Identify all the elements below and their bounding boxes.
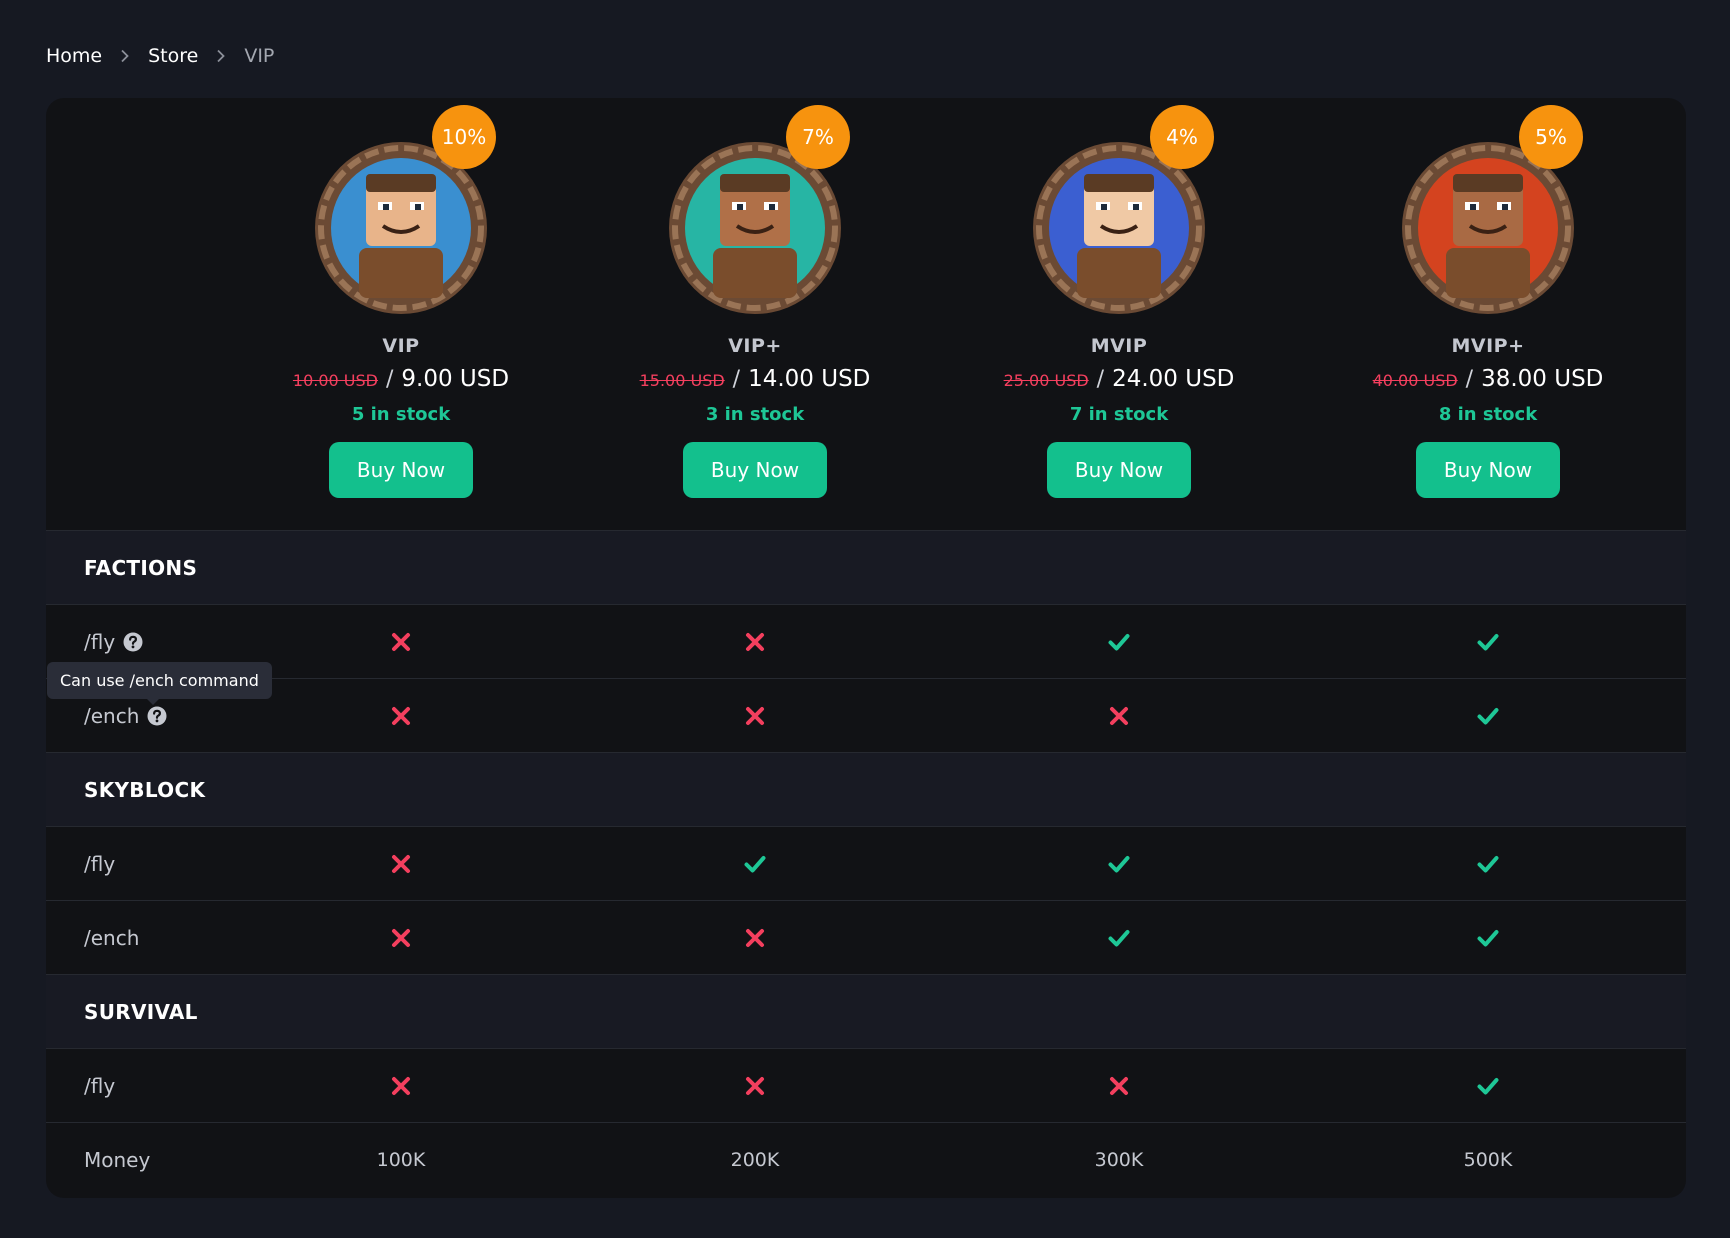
help-tooltip: Can use /ench command bbox=[47, 662, 272, 705]
feature-label: Money bbox=[84, 1123, 150, 1197]
price-line: 10.00 USD / 9.00 USD bbox=[271, 366, 531, 392]
old-price: 40.00 USD bbox=[1372, 371, 1458, 390]
price-line: 40.00 USD / 38.00 USD bbox=[1358, 366, 1618, 392]
check-icon bbox=[1358, 901, 1618, 975]
stock-count: 8 in stock bbox=[1438, 404, 1538, 425]
breadcrumb-current: VIP bbox=[244, 45, 275, 67]
cross-icon bbox=[271, 827, 531, 901]
section-title: SURVIVAL bbox=[84, 1000, 198, 1024]
discount-badge: 5% bbox=[1519, 105, 1583, 169]
check-icon bbox=[989, 901, 1249, 975]
feature-value: 500K bbox=[1463, 1149, 1513, 1171]
check-icon bbox=[625, 827, 885, 901]
current-price: 14.00 USD bbox=[748, 366, 871, 392]
feature-name: Money bbox=[84, 1148, 151, 1172]
feature-name: /ench bbox=[84, 704, 140, 728]
check-icon bbox=[1358, 605, 1618, 679]
old-price: 15.00 USD bbox=[639, 371, 725, 390]
feature-row: /fly bbox=[46, 604, 1686, 678]
cross-icon bbox=[625, 679, 885, 753]
feature-name: /fly bbox=[84, 630, 116, 654]
cross-icon bbox=[625, 605, 885, 679]
breadcrumb-store[interactable]: Store bbox=[148, 45, 198, 67]
feature-value: 100K bbox=[376, 1149, 426, 1171]
cross-icon bbox=[271, 1049, 531, 1123]
package-column-1: 7% VIP+ 15.00 USD / 14.00 USD 3 in stock Buy N… bbox=[625, 98, 885, 530]
check-icon bbox=[1358, 827, 1618, 901]
price-separator: / bbox=[385, 367, 394, 392]
cross-icon bbox=[625, 1049, 885, 1123]
buy-now-button[interactable]: Buy Now bbox=[1416, 442, 1560, 498]
old-price: 10.00 USD bbox=[292, 371, 378, 390]
feature-value: 200K bbox=[730, 1149, 780, 1171]
section-title: FACTIONS bbox=[84, 556, 198, 580]
current-price: 38.00 USD bbox=[1481, 366, 1604, 392]
breadcrumb: Home Store VIP bbox=[46, 42, 274, 70]
stock-count: 7 in stock bbox=[1069, 404, 1169, 425]
section-header-survival: SURVIVAL bbox=[46, 974, 1686, 1048]
cross-icon bbox=[989, 1049, 1249, 1123]
chevron-right-icon bbox=[118, 49, 132, 63]
feature-row: /ench bbox=[46, 678, 1686, 752]
tooltip-text: Can use /ench command bbox=[60, 671, 259, 690]
check-icon bbox=[1358, 679, 1618, 753]
question-circle-icon[interactable] bbox=[147, 706, 167, 726]
price-separator: / bbox=[1096, 367, 1105, 392]
stock-count: 5 in stock bbox=[351, 404, 451, 425]
package-name: MVIP+ bbox=[1451, 335, 1525, 357]
discount-badge: 10% bbox=[432, 105, 496, 169]
buy-now-button[interactable]: Buy Now bbox=[1047, 442, 1191, 498]
comparison-card: 10% VIP 10.00 USD / 9.00 USD 5 in stock Buy No… bbox=[46, 98, 1686, 1198]
section-title: SKYBLOCK bbox=[84, 778, 206, 802]
feature-row: /fly bbox=[46, 1048, 1686, 1122]
feature-name: /fly bbox=[84, 852, 116, 876]
cross-icon bbox=[989, 679, 1249, 753]
question-circle-icon[interactable] bbox=[123, 632, 143, 652]
cross-icon bbox=[625, 901, 885, 975]
discount-badge: 4% bbox=[1150, 105, 1214, 169]
check-icon bbox=[989, 827, 1249, 901]
price-separator: / bbox=[1465, 367, 1474, 392]
check-icon bbox=[989, 605, 1249, 679]
feature-row: /fly bbox=[46, 826, 1686, 900]
package-name: VIP bbox=[382, 335, 420, 357]
package-name: MVIP bbox=[1090, 335, 1148, 357]
price-line: 15.00 USD / 14.00 USD bbox=[625, 366, 885, 392]
current-price: 9.00 USD bbox=[401, 366, 510, 392]
price-separator: / bbox=[732, 367, 741, 392]
breadcrumb-home[interactable]: Home bbox=[46, 45, 102, 67]
stock-count: 3 in stock bbox=[705, 404, 805, 425]
feature-label: /ench bbox=[84, 901, 139, 975]
buy-now-button[interactable]: Buy Now bbox=[329, 442, 473, 498]
package-column-2: 4% MVIP 25.00 USD / 24.00 USD 7 in stock Buy N… bbox=[989, 98, 1249, 530]
section-header-factions: FACTIONS bbox=[46, 530, 1686, 604]
package-name: VIP+ bbox=[728, 335, 782, 357]
package-column-3: 5% MVIP+ 40.00 USD / 38.00 USD 8 in stock Buy … bbox=[1358, 98, 1618, 530]
feature-value: 300K bbox=[1094, 1149, 1144, 1171]
section-header-skyblock: SKYBLOCK bbox=[46, 752, 1686, 826]
current-price: 24.00 USD bbox=[1112, 366, 1235, 392]
check-icon bbox=[1358, 1049, 1618, 1123]
buy-now-button[interactable]: Buy Now bbox=[683, 442, 827, 498]
feature-label: /fly bbox=[84, 827, 115, 901]
cross-icon bbox=[271, 605, 531, 679]
price-line: 25.00 USD / 24.00 USD bbox=[989, 366, 1249, 392]
discount-badge: 7% bbox=[786, 105, 850, 169]
cross-icon bbox=[271, 901, 531, 975]
feature-row: Money 100K 200K 300K 500K bbox=[46, 1122, 1686, 1196]
feature-name: /fly bbox=[84, 1074, 116, 1098]
old-price: 25.00 USD bbox=[1003, 371, 1089, 390]
feature-row: /ench bbox=[46, 900, 1686, 974]
feature-name: /ench bbox=[84, 926, 140, 950]
cross-icon bbox=[271, 679, 531, 753]
package-column-0: 10% VIP 10.00 USD / 9.00 USD 5 in stock Buy No… bbox=[271, 98, 531, 530]
chevron-right-icon bbox=[214, 49, 228, 63]
feature-label: /fly bbox=[84, 1049, 115, 1123]
